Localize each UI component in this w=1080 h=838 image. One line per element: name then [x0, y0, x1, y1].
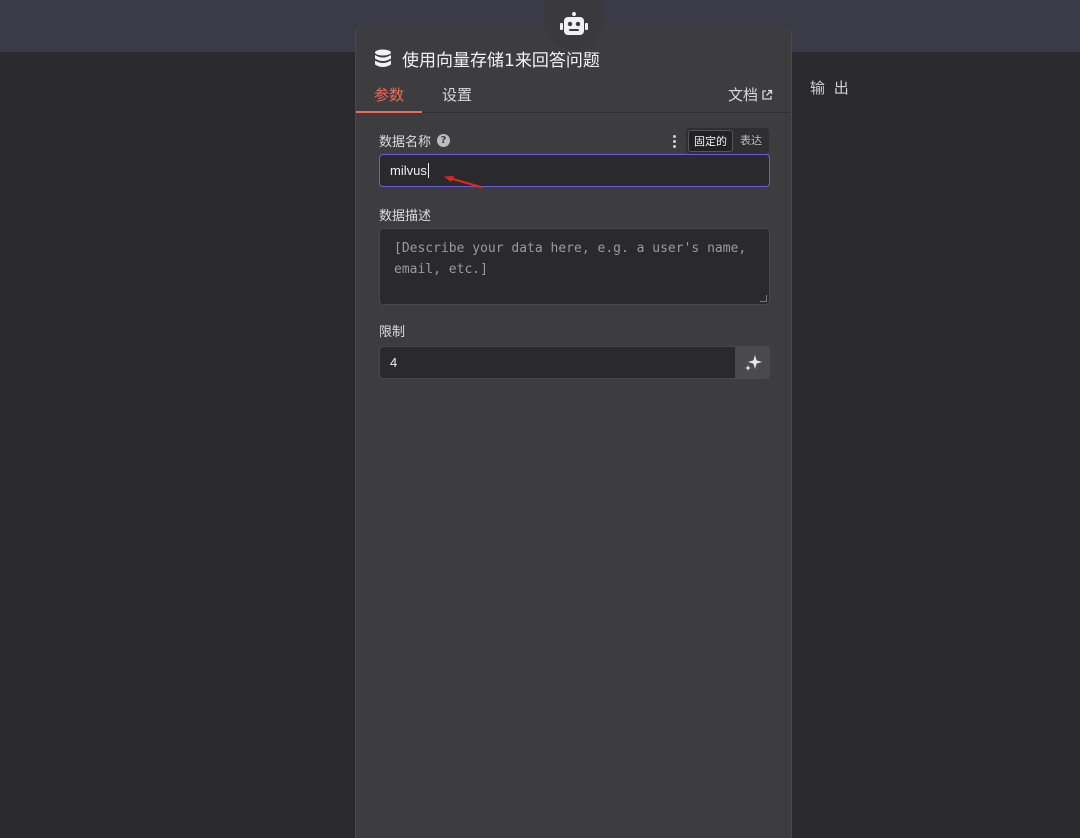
help-icon[interactable]: ?: [437, 134, 451, 147]
external-link-icon: [762, 89, 773, 100]
mode-controls: 固定的 表达: [669, 128, 769, 154]
data-description-label: 数据描述: [379, 209, 432, 224]
limit-input[interactable]: 4: [379, 346, 736, 379]
mode-expression[interactable]: 表达: [735, 130, 767, 152]
tab-settings[interactable]: 设置: [424, 84, 490, 113]
node-parameters-panel: 使用向量存储1来回答问题 参数 设置 文档 数据名称 ? 固定的 表达 milv…: [355, 26, 792, 838]
tab-parameters[interactable]: 参数: [356, 84, 423, 113]
data-name-label: 数据名称: [379, 135, 432, 150]
database-icon: [374, 49, 392, 69]
text-caret: [427, 163, 429, 178]
data-description-placeholder: [Describe your data here, e.g. a user's …: [394, 241, 747, 277]
sparkle-icon: [745, 354, 762, 371]
mode-toggle: 固定的 表达: [686, 128, 769, 154]
annotation-arrow: [444, 176, 483, 189]
data-name-input[interactable]: milvus: [379, 154, 770, 187]
mode-fixed[interactable]: 固定的: [688, 130, 733, 152]
resize-handle[interactable]: [760, 295, 767, 302]
output-label: 输 出: [810, 79, 851, 97]
more-options-icon[interactable]: [669, 134, 680, 148]
panel-header: 使用向量存储1来回答问题: [374, 46, 600, 71]
tab-bar: 参数 设置: [356, 84, 791, 113]
docs-link-label: 文档: [727, 86, 758, 104]
limit-value: 4: [390, 355, 398, 370]
limit-label: 限制: [379, 325, 406, 340]
data-name-label-row: 数据名称 ?: [379, 131, 451, 150]
data-description-textarea[interactable]: [Describe your data here, e.g. a user's …: [379, 228, 770, 305]
data-name-value: milvus: [390, 163, 427, 178]
docs-link[interactable]: 文档: [728, 84, 773, 105]
ai-sparkle-button[interactable]: [736, 346, 770, 379]
